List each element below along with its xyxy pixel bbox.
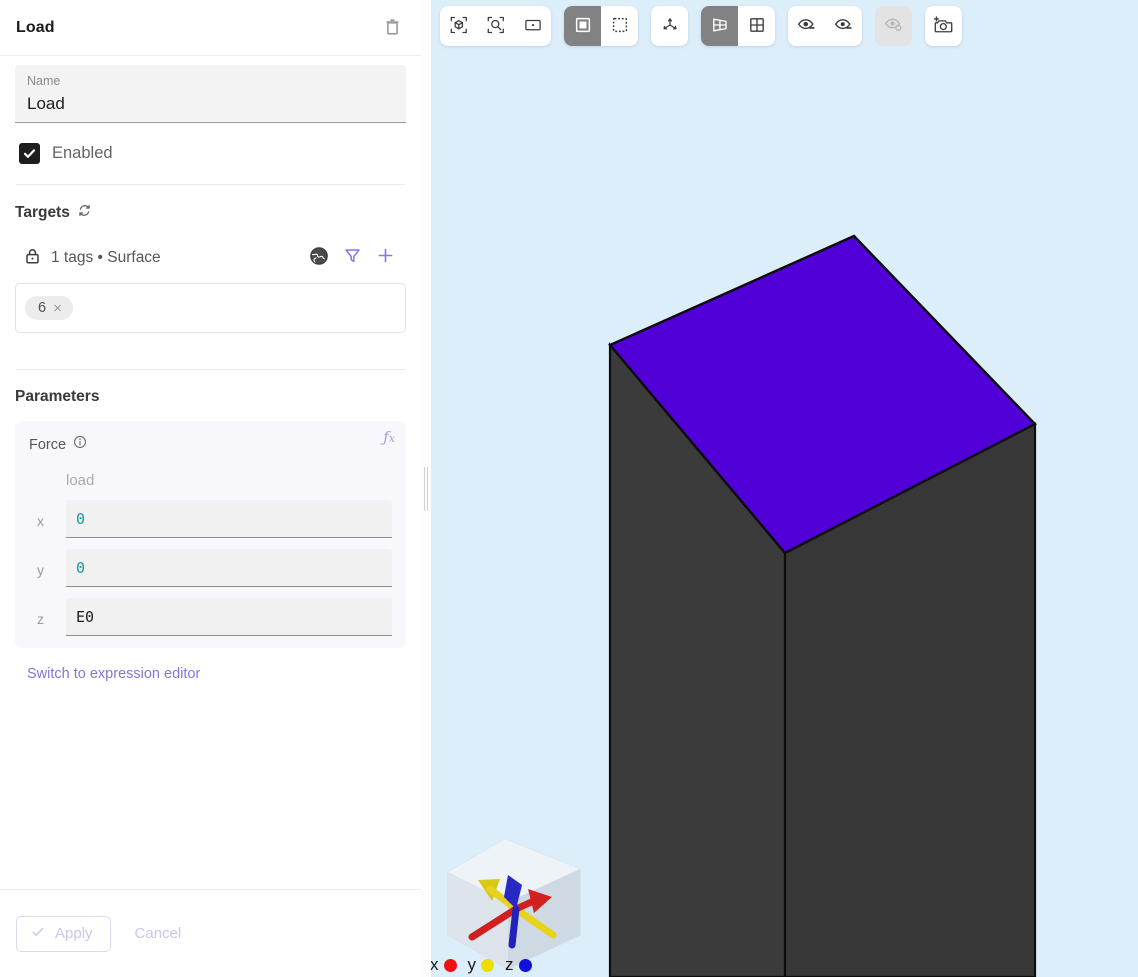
solid-square-icon <box>573 15 593 38</box>
globe-icon[interactable] <box>309 246 329 271</box>
selection-mode-group <box>564 6 638 46</box>
name-field[interactable]: Name Load <box>15 65 406 123</box>
target-chip-label: 6 <box>38 300 47 316</box>
check-icon <box>31 925 45 943</box>
fit-cube-icon <box>449 15 469 38</box>
hide-selected-button[interactable] <box>788 6 825 46</box>
3d-viewport[interactable]: x y z <box>422 0 1138 977</box>
filter-icon[interactable] <box>343 246 362 270</box>
show-all-button[interactable] <box>825 6 862 46</box>
target-chip[interactable]: 6 × <box>25 296 73 320</box>
visibility-group <box>788 6 862 46</box>
splitter-grip <box>424 466 428 511</box>
enabled-label: Enabled <box>52 144 113 162</box>
axis-legend-y-dot <box>481 958 494 972</box>
axes-group <box>651 6 688 46</box>
force-label-row: Force <box>29 435 392 454</box>
parameters-section-header: Parameters <box>15 388 421 406</box>
check-icon <box>23 149 36 158</box>
targets-section-header: Targets <box>15 203 421 223</box>
targets-actions <box>309 246 401 271</box>
force-label: Force <box>29 436 67 453</box>
zoom-region-icon <box>523 15 543 38</box>
grid-square-icon <box>747 15 767 38</box>
delete-button[interactable] <box>379 15 405 41</box>
force-x-axis-label: x <box>37 513 44 529</box>
capture-group <box>925 6 962 46</box>
force-y-axis-label: y <box>37 562 44 578</box>
force-x-row: x 0 <box>29 500 392 538</box>
targets-summary-bar: 1 tags • Surface <box>14 241 407 275</box>
zoom-to-fit-button[interactable] <box>477 6 514 46</box>
apply-label: Apply <box>55 925 93 942</box>
axes-gizmo-icon <box>660 15 680 38</box>
force-z-input[interactable]: E0 <box>66 598 392 636</box>
force-x-input[interactable]: 0 <box>66 500 392 538</box>
clipping-group <box>875 6 912 46</box>
enabled-checkbox-row[interactable]: Enabled <box>19 143 421 164</box>
fx-icon[interactable]: ƒx <box>383 428 395 446</box>
select-box-button[interactable] <box>601 6 638 46</box>
force-subtitle: load <box>66 472 95 489</box>
divider-2 <box>16 369 405 370</box>
refresh-icon[interactable] <box>77 203 92 223</box>
app-root: Load Name Load Enabled Targets 1 tags • … <box>0 0 1138 977</box>
axis-legend-x-label: x <box>430 955 439 974</box>
info-icon[interactable] <box>73 435 87 454</box>
eye-minus-icon <box>796 14 817 38</box>
axis-legend-z-dot <box>518 958 532 972</box>
divider-1 <box>16 184 405 185</box>
perspective-icon <box>710 15 730 38</box>
view-fit-group <box>440 6 551 46</box>
close-icon[interactable]: × <box>53 301 62 316</box>
force-z-axis-label: z <box>37 611 44 627</box>
panel-splitter[interactable] <box>421 0 431 977</box>
clip-view-button[interactable] <box>875 6 912 46</box>
axis-gizmo[interactable] <box>430 817 620 977</box>
parameters-title: Parameters <box>15 388 100 405</box>
panel-body: Name Load Enabled Targets 1 tags • Surfa… <box>0 56 421 889</box>
force-parameter-card: ƒx Force load x 0 y 0 z E0 <box>15 421 406 648</box>
name-field-value: Load <box>27 94 65 113</box>
apply-button[interactable]: Apply <box>16 915 111 952</box>
zoom-search-icon <box>486 15 506 38</box>
fit-object-button[interactable] <box>440 6 477 46</box>
axis-legend-z-label: z <box>505 955 514 974</box>
add-camera-icon <box>933 14 954 38</box>
enabled-checkbox[interactable] <box>19 143 40 164</box>
viewport-toolbar <box>440 6 962 46</box>
targets-title: Targets <box>15 204 70 221</box>
targets-summary-label: 1 tags • Surface <box>51 249 161 266</box>
force-y-row: y 0 <box>29 549 392 587</box>
cancel-button[interactable]: Cancel <box>125 917 192 950</box>
eye-icon <box>833 14 854 38</box>
targets-chip-box[interactable]: 6 × <box>15 283 406 333</box>
panel-header: Load <box>0 0 421 56</box>
projection-group <box>701 6 775 46</box>
trash-icon <box>384 17 401 39</box>
panel-footer: Apply Cancel <box>0 889 421 977</box>
switch-to-expression-editor-link[interactable]: Switch to expression editor <box>27 666 421 682</box>
eye-clip-icon <box>883 14 904 38</box>
axis-legend-x-dot <box>443 958 457 972</box>
dashed-square-icon <box>610 15 630 38</box>
axis-legend-y-label: y <box>467 955 477 974</box>
name-field-label: Name <box>27 74 61 88</box>
page-title: Load <box>16 18 55 36</box>
perspective-view-button[interactable] <box>701 6 738 46</box>
axis-legend: x y z <box>430 955 532 975</box>
toggle-axes-button[interactable] <box>651 6 688 46</box>
orthographic-view-button[interactable] <box>738 6 775 46</box>
plus-icon[interactable] <box>376 246 395 270</box>
select-single-button[interactable] <box>564 6 601 46</box>
zoom-region-button[interactable] <box>514 6 551 46</box>
force-y-input[interactable]: 0 <box>66 549 392 587</box>
add-screenshot-button[interactable] <box>925 6 962 46</box>
lock-icon[interactable] <box>24 247 41 270</box>
properties-panel: Load Name Load Enabled Targets 1 tags • … <box>0 0 431 977</box>
force-z-row: z E0 <box>29 598 392 636</box>
